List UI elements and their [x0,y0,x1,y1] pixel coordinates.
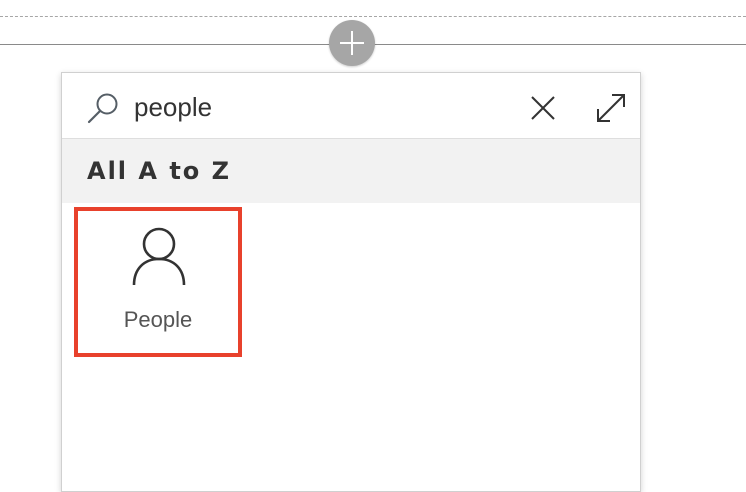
person-icon [132,227,186,286]
section-divider-dashed [0,16,746,17]
search-input[interactable] [134,87,504,127]
webpart-tile-label: People [123,307,193,332]
search-bar [62,73,640,139]
section-header-label: All A to Z [87,157,232,185]
webpart-tile-people[interactable]: People [74,207,242,357]
section-header: All A to Z [62,139,640,203]
expand-icon[interactable] [594,91,628,125]
search-icon [87,93,118,124]
add-webpart-button[interactable] [329,20,375,66]
clear-search-icon[interactable] [528,93,558,123]
plus-icon [340,31,364,55]
webpart-picker-panel: All A to Z People [61,72,641,492]
